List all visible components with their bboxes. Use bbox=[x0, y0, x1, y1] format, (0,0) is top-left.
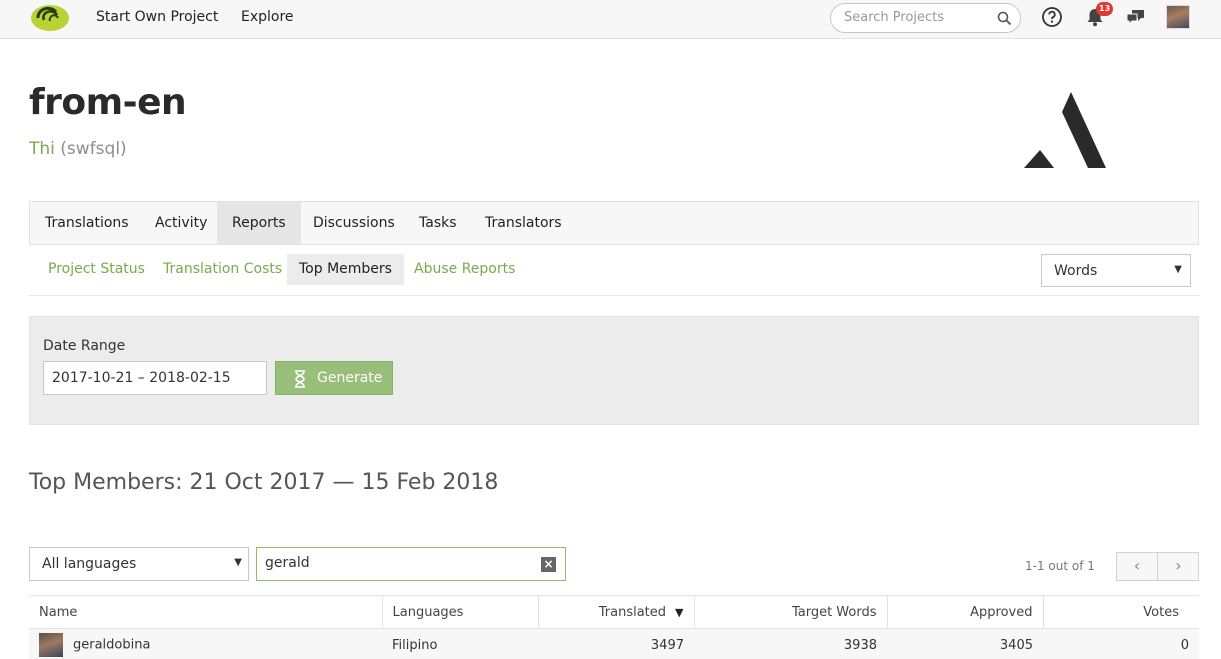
member-name-cell[interactable]: geraldobina bbox=[29, 629, 382, 659]
member-name[interactable]: geraldobina bbox=[73, 638, 150, 653]
tab-discussions[interactable]: Discussions bbox=[298, 202, 410, 244]
member-votes: 0 bbox=[1180, 637, 1189, 653]
generate-button[interactable]: Generate bbox=[275, 361, 393, 395]
language-filter-value: All languages bbox=[42, 556, 137, 572]
reports-sub-tabs: Project Status Translation Costs Top Mem… bbox=[29, 254, 1199, 296]
column-header-votes[interactable]: Votes bbox=[1042, 595, 1199, 629]
member-languages: Filipino bbox=[392, 637, 438, 653]
chevron-down-icon: ▼ bbox=[234, 557, 242, 568]
notification-count-badge: 13 bbox=[1096, 2, 1114, 16]
date-range-input[interactable]: 2017-10-21 – 2018-02-15 bbox=[43, 361, 267, 395]
tab-translators[interactable]: Translators bbox=[470, 202, 577, 244]
sort-descending-icon: ▼ bbox=[675, 605, 684, 619]
top-navigation-bar: Start Own Project Explore 13 bbox=[0, 0, 1221, 39]
member-filter-box[interactable]: × bbox=[256, 547, 566, 581]
project-owner: Thi (swfsql) bbox=[29, 139, 127, 159]
search-icon[interactable] bbox=[997, 11, 1012, 26]
date-range-panel: Date Range 2017-10-21 – 2018-02-15 Gener… bbox=[29, 316, 1199, 425]
subtab-project-status[interactable]: Project Status bbox=[36, 254, 157, 285]
table-header-row: Name Languages Translated ▼ Target Words … bbox=[29, 595, 1199, 629]
next-page-button[interactable]: › bbox=[1158, 553, 1199, 580]
subtab-top-members[interactable]: Top Members bbox=[287, 254, 404, 285]
project-title: from-en bbox=[29, 82, 187, 123]
previous-page-button[interactable]: ‹ bbox=[1117, 553, 1158, 580]
member-approved: 3405 bbox=[999, 637, 1033, 653]
subtab-translation-costs[interactable]: Translation Costs bbox=[151, 254, 294, 285]
pagination-summary: 1-1 out of 1 bbox=[1025, 559, 1095, 573]
user-avatar[interactable] bbox=[1166, 5, 1190, 29]
column-header-languages[interactable]: Languages bbox=[381, 595, 538, 629]
explore-link[interactable]: Explore bbox=[241, 9, 294, 25]
member-filter-input[interactable] bbox=[265, 555, 525, 571]
clear-icon[interactable]: × bbox=[541, 557, 556, 572]
metric-select[interactable]: Words ▼ bbox=[1041, 254, 1191, 287]
owner-handle: (swfsql) bbox=[60, 139, 127, 159]
column-header-target-words[interactable]: Target Words bbox=[693, 595, 887, 629]
report-heading: Top Members: 21 Oct 2017 — 15 Feb 2018 bbox=[29, 470, 499, 495]
tab-tasks[interactable]: Tasks bbox=[404, 202, 472, 244]
column-header-name[interactable]: Name bbox=[29, 595, 382, 629]
metric-select-value: Words bbox=[1054, 263, 1098, 279]
tab-activity[interactable]: Activity bbox=[140, 202, 222, 244]
tab-translations[interactable]: Translations bbox=[30, 202, 144, 244]
messages-icon[interactable] bbox=[1125, 6, 1147, 28]
tab-reports[interactable]: Reports bbox=[217, 202, 301, 244]
top-members-table: Name Languages Translated ▼ Target Words … bbox=[29, 595, 1199, 659]
search-box[interactable] bbox=[830, 3, 1021, 33]
subtab-abuse-reports[interactable]: Abuse Reports bbox=[402, 254, 527, 285]
project-main-tabs: Translations Activity Reports Discussion… bbox=[29, 201, 1199, 245]
member-translated: 3497 bbox=[650, 637, 684, 653]
project-logo-icon bbox=[1024, 92, 1106, 168]
avatar bbox=[39, 633, 63, 658]
language-filter-select[interactable]: All languages ▼ bbox=[29, 547, 249, 581]
hourglass-icon bbox=[295, 370, 305, 388]
help-icon[interactable] bbox=[1041, 6, 1063, 28]
chevron-down-icon: ▼ bbox=[1174, 264, 1182, 275]
member-target-words: 3938 bbox=[843, 637, 877, 653]
date-range-label: Date Range bbox=[43, 338, 126, 354]
crowdin-logo-icon[interactable] bbox=[30, 4, 70, 32]
generate-button-label: Generate bbox=[317, 370, 383, 386]
table-row: geraldobina Filipino 3497 3938 3405 0 bbox=[29, 628, 1199, 659]
column-header-translated-label: Translated bbox=[598, 604, 667, 620]
column-header-approved[interactable]: Approved bbox=[886, 595, 1043, 629]
column-header-translated[interactable]: Translated ▼ bbox=[537, 595, 694, 629]
pagination-controls: ‹ › bbox=[1116, 552, 1199, 581]
owner-name-link[interactable]: Thi bbox=[29, 139, 55, 159]
start-own-project-link[interactable]: Start Own Project bbox=[96, 9, 218, 25]
search-input[interactable] bbox=[844, 10, 994, 25]
